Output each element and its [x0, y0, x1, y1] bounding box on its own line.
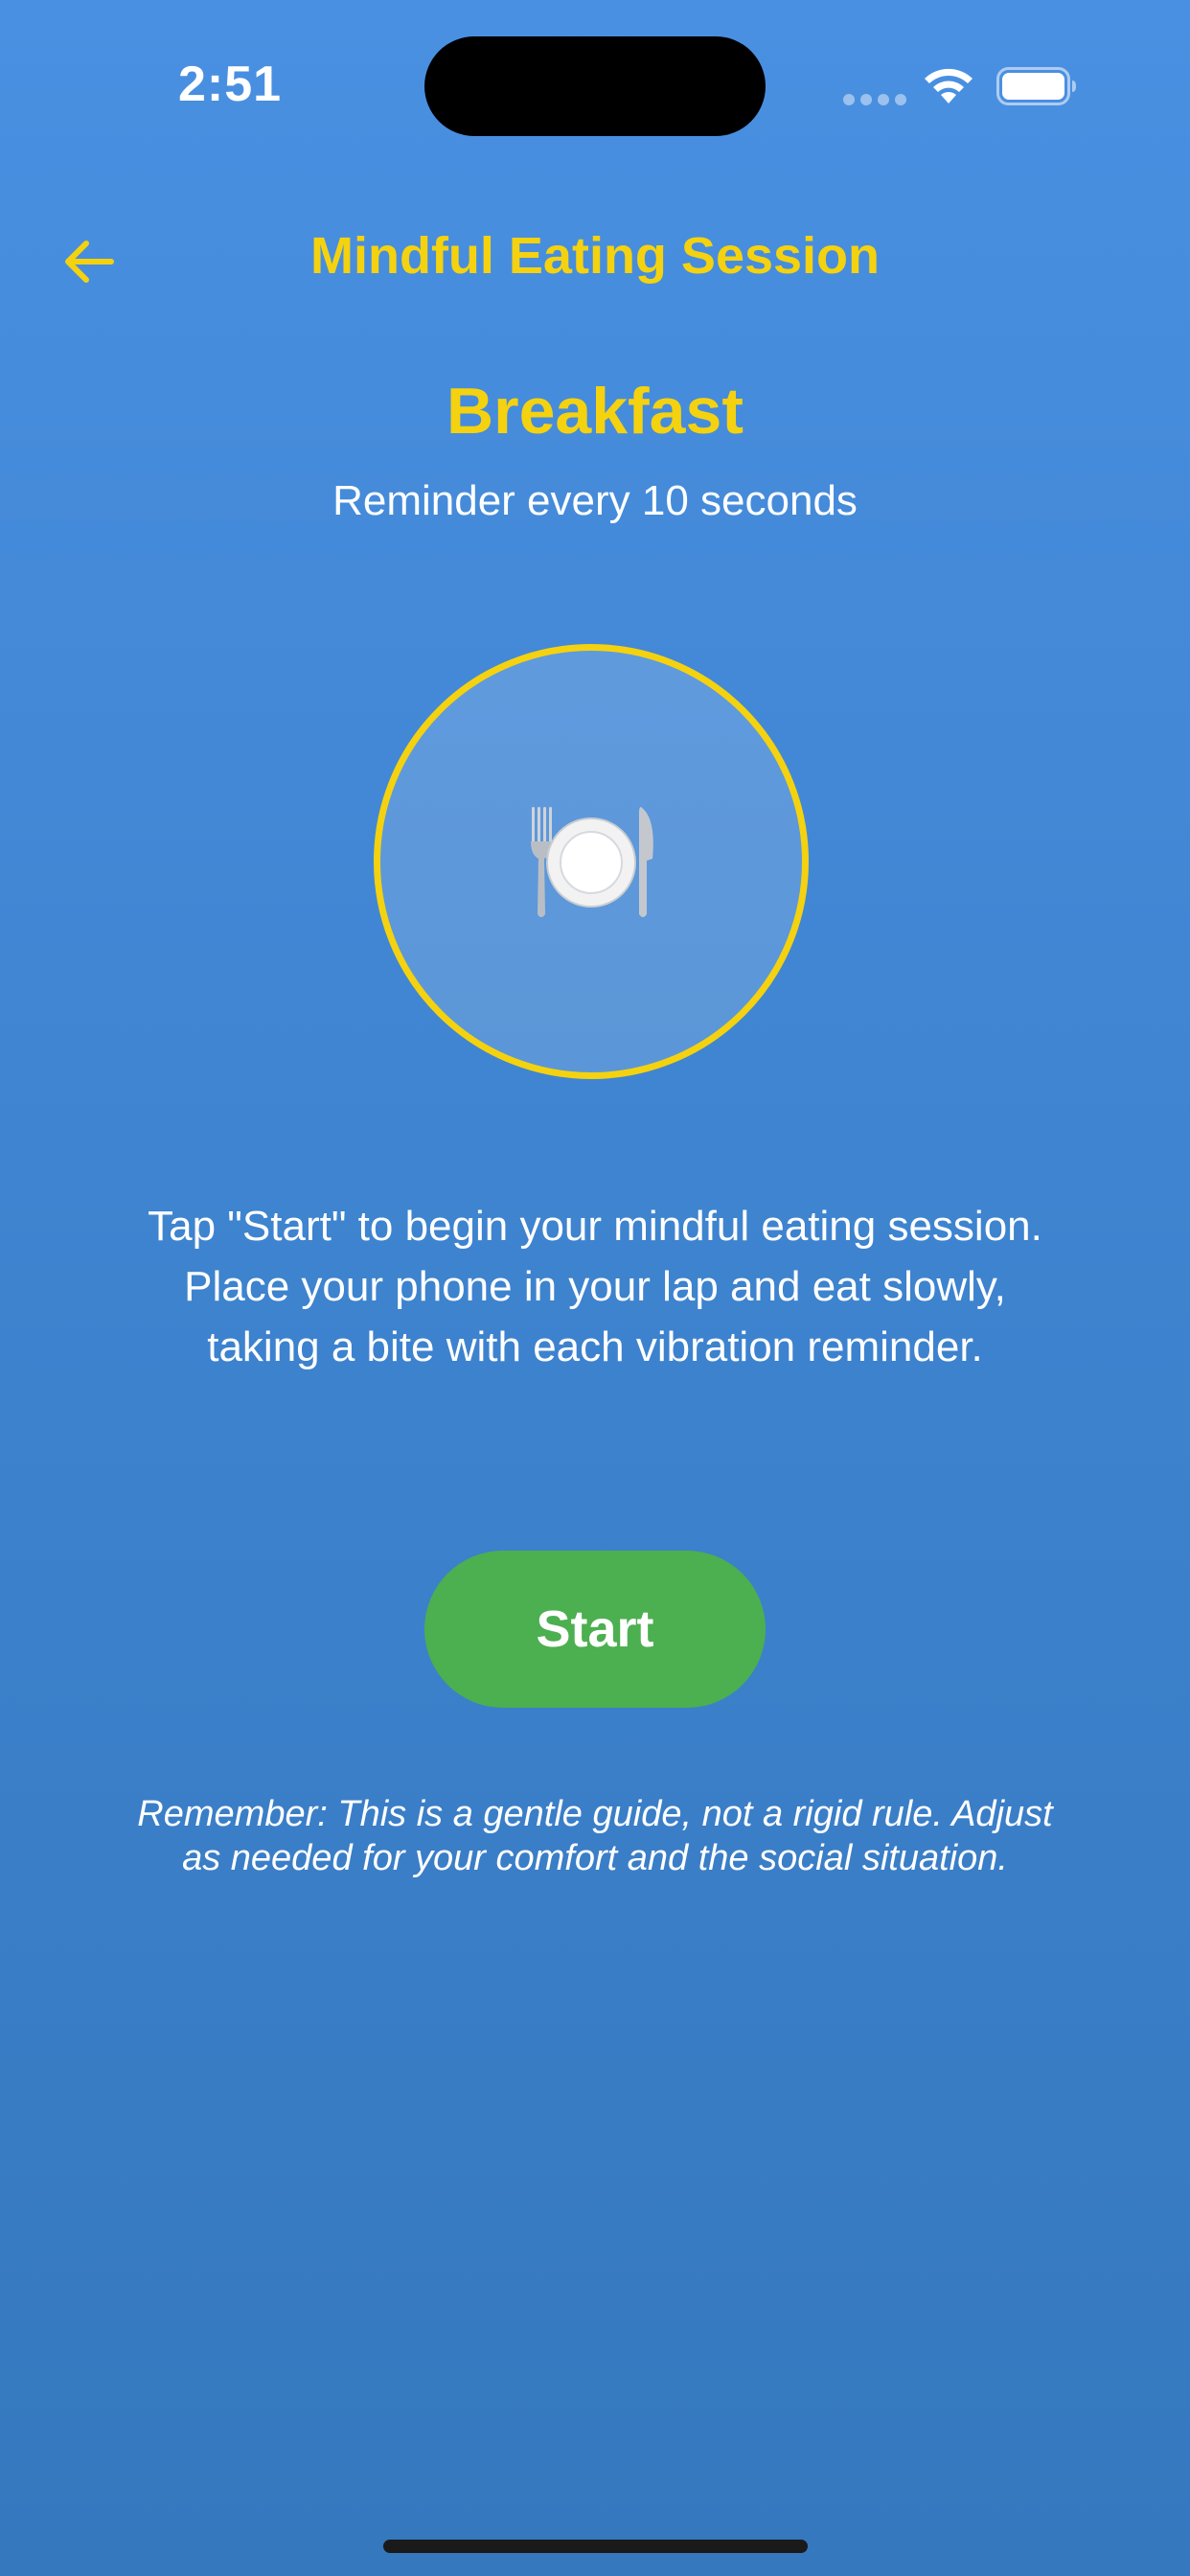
- battery-icon: [996, 67, 1076, 105]
- start-button[interactable]: Start: [424, 1551, 766, 1708]
- dynamic-island: [424, 36, 766, 136]
- reminder-note: Remember: This is a gentle guide, not a …: [137, 1794, 1053, 1878]
- page-title: Mindful Eating Session: [309, 227, 881, 285]
- reminder-interval-text: Reminder every 10 seconds: [332, 477, 858, 524]
- plate-with-cutlery-icon: [531, 807, 653, 917]
- instructions-text: Tap "Start" to begin your mindful eating…: [148, 1203, 1042, 1370]
- meal-title: Breakfast: [446, 375, 744, 448]
- signal-icon: [843, 94, 906, 105]
- wifi-icon: [925, 68, 973, 104]
- home-indicator[interactable]: [383, 2540, 808, 2553]
- header: Mindful Eating Session: [0, 211, 1190, 307]
- status-bar: 2:51: [0, 0, 1190, 172]
- meal-circle: [374, 644, 809, 1079]
- status-time: 2:51: [178, 57, 283, 112]
